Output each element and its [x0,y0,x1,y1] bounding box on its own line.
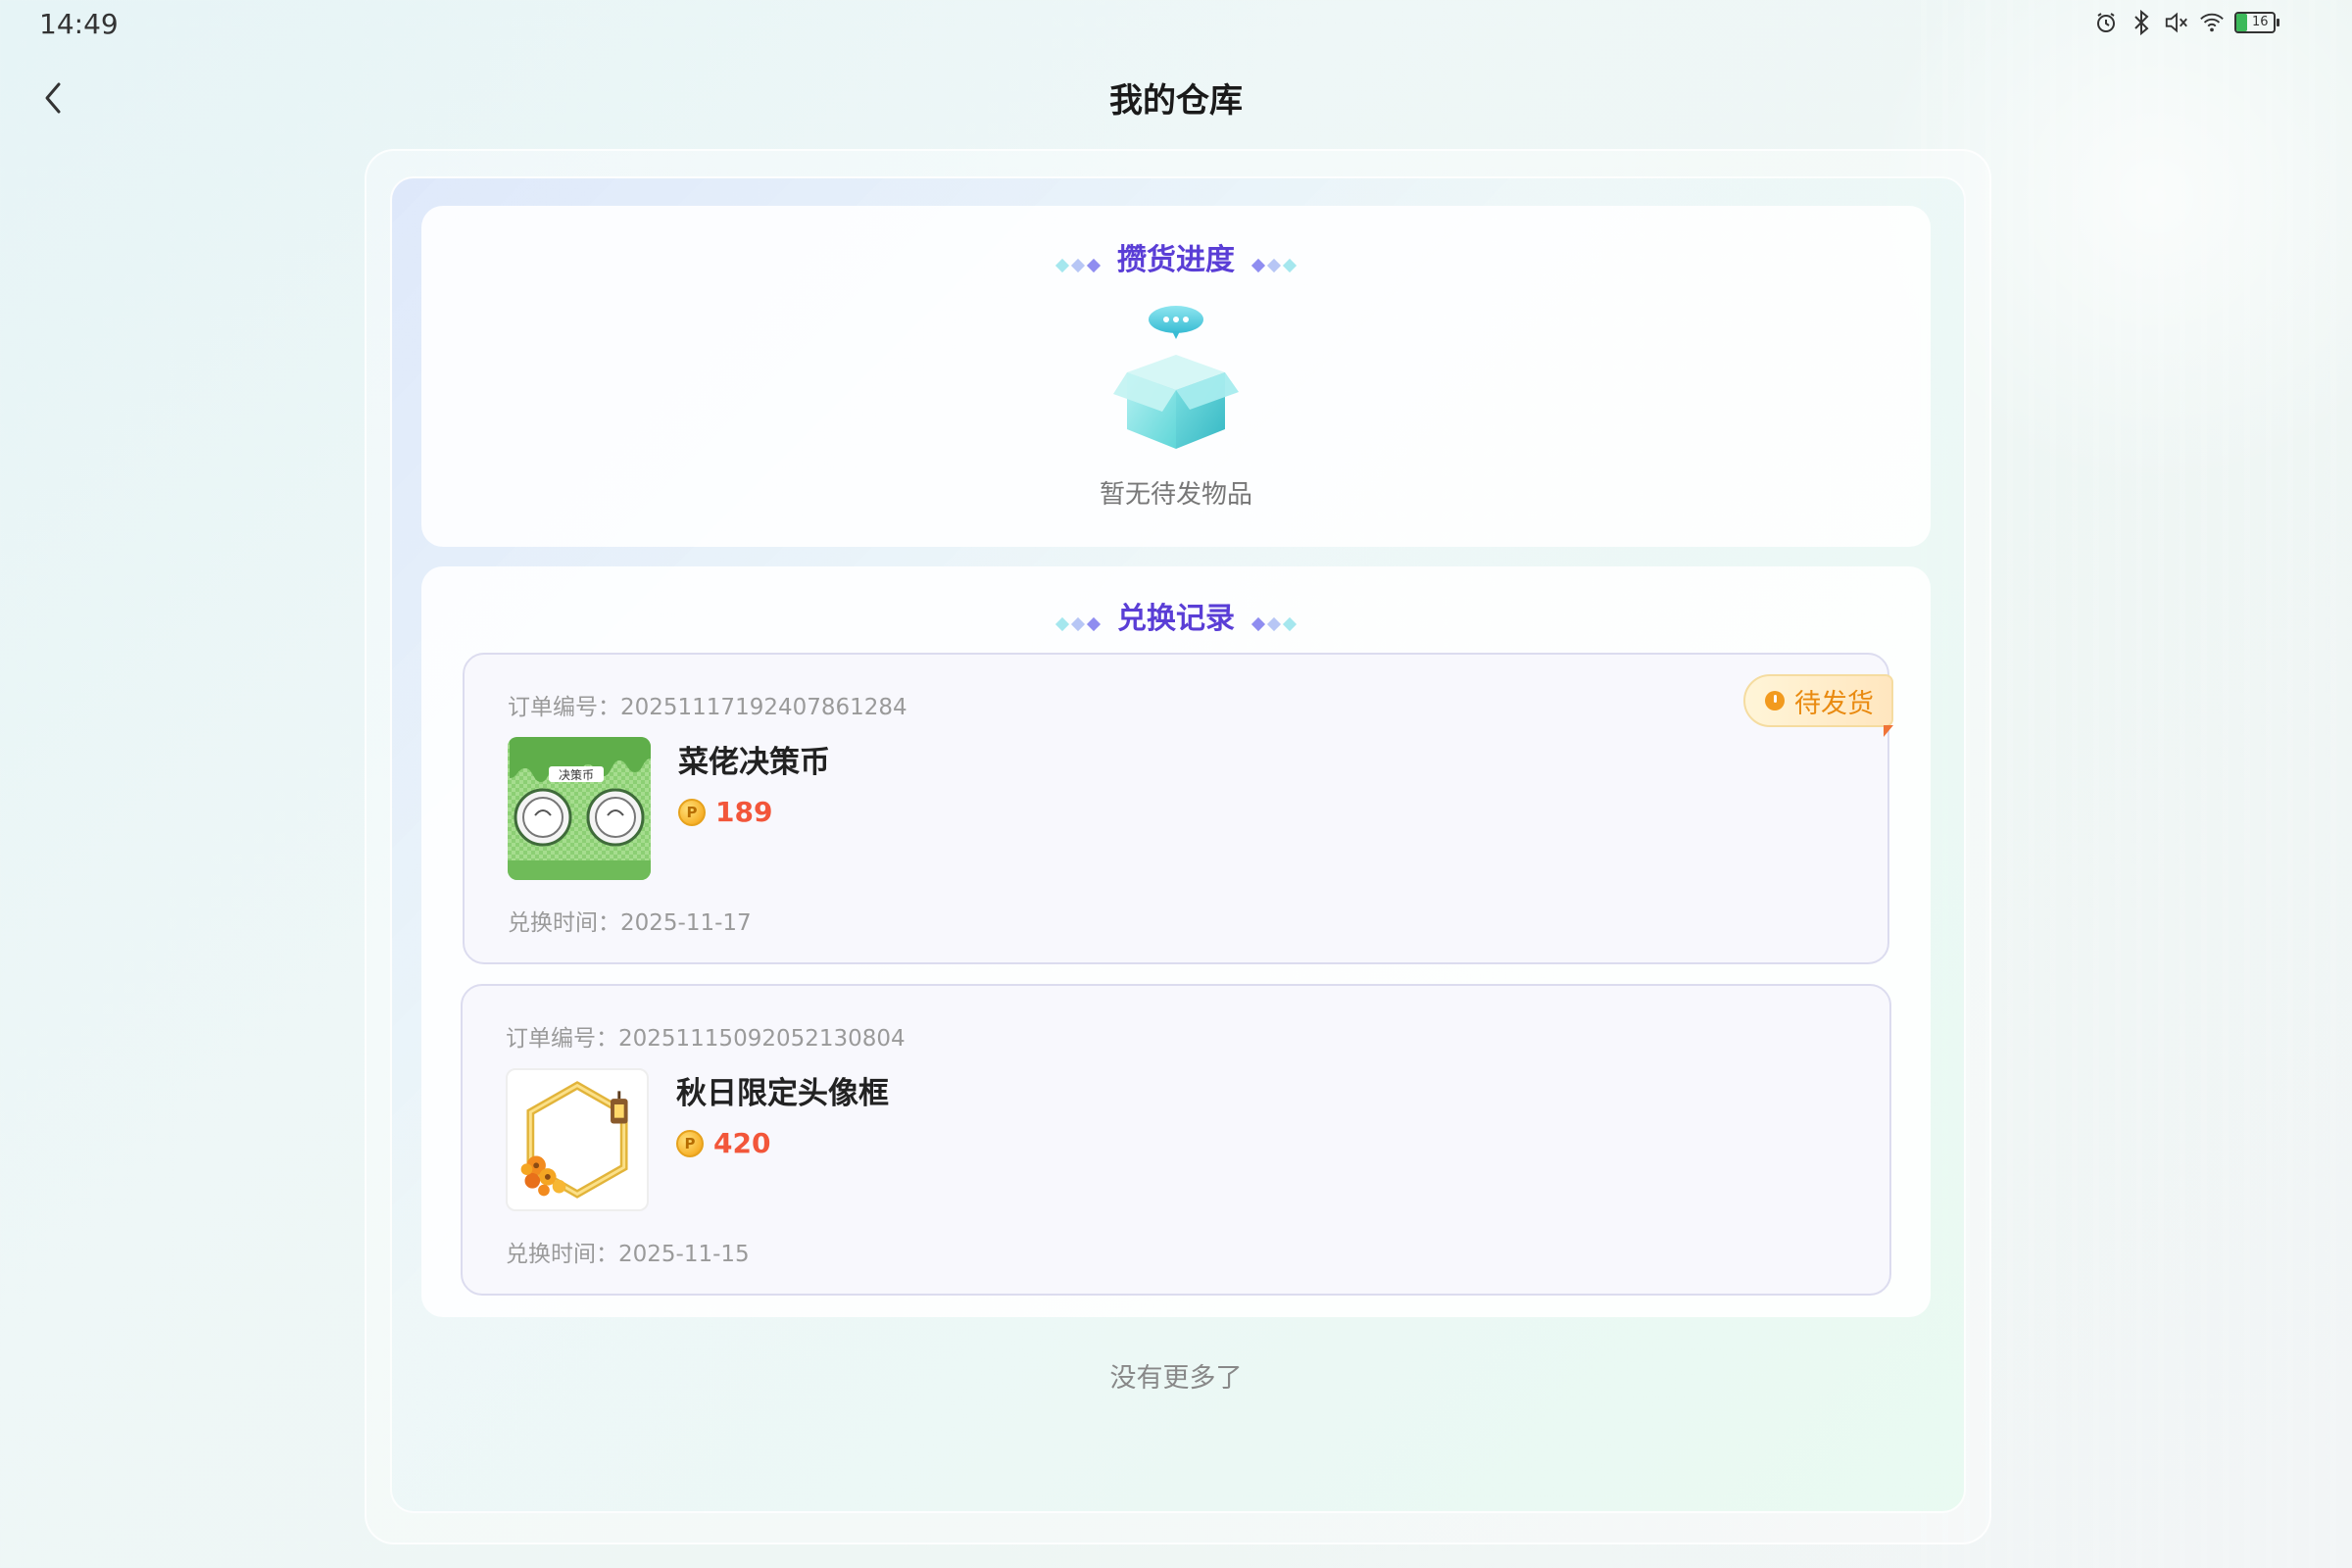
price-row: P 420 [676,1127,770,1159]
records-title-text: 兑换记录 [1117,602,1235,636]
order-card[interactable]: 订单编号：20251115092052130804 秋日限定头像框 P 420 … [461,984,1891,1296]
item-thumbnail-coin: 决策币 [508,737,651,880]
no-more-text: 没有更多了 [1109,1363,1243,1394]
battery-icon: 16 [2234,12,2279,33]
status-bar: 14:49 16 [0,0,2352,49]
left-diamonds-icon [1054,244,1102,278]
wifi-icon [2199,10,2225,35]
alarm-icon [2093,10,2119,35]
empty-text: 暂无待发物品 [1099,480,1252,510]
right-diamonds-icon [1250,244,1298,278]
right-diamonds-icon [1250,603,1298,637]
page-title: 我的仓库 [1109,81,1243,121]
item-price: 420 [713,1127,771,1159]
mute-icon [2164,10,2189,35]
item-name: 菜佬决策币 [678,745,830,780]
price-row: P 189 [678,796,772,828]
item-thumbnail-frame [506,1068,649,1211]
empty-box-icon [1098,304,1254,461]
exchange-time: 兑换时间：2025-11-17 [508,910,752,936]
battery-level: 16 [2252,15,2269,29]
item-name: 秋日限定头像框 [676,1076,889,1111]
battery-fill [2236,14,2248,31]
progress-section-title: 攒货进度 [421,235,1931,278]
clock-icon [1765,691,1785,710]
thumbnail-label: 决策币 [559,768,594,782]
progress-title-text: 攒货进度 [1117,243,1235,277]
status-icons: 16 [2093,10,2279,35]
order-number: 订单编号：20251115092052130804 [506,1026,906,1052]
records-section-title: 兑换记录 [421,594,1931,637]
exchange-time: 兑换时间：2025-11-15 [506,1242,750,1267]
coin-icon: P [676,1129,704,1157]
status-time: 14:49 [39,8,119,40]
coin-icon: P [678,798,706,826]
bluetooth-icon [2129,10,2154,35]
left-diamonds-icon [1054,603,1102,637]
item-price: 189 [715,796,773,828]
status-badge: 待发货 [1743,674,1893,737]
status-label: 待发货 [1794,688,1874,719]
order-number: 订单编号：20251117192407861284 [508,695,907,720]
order-card[interactable]: 订单编号：20251117192407861284 决策币 菜佬决策币 P 18… [463,653,1893,964]
